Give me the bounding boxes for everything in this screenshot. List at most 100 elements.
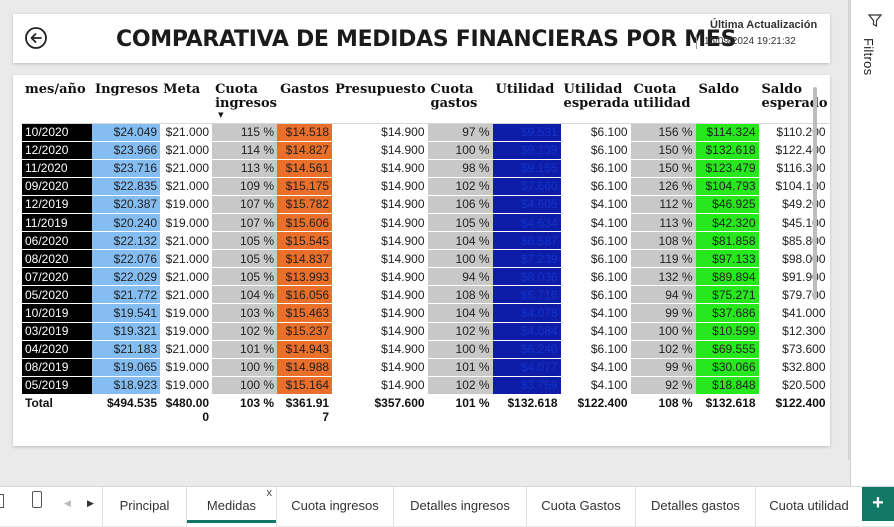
table-cell: $4.100 bbox=[560, 358, 631, 377]
table-cell: 104 % bbox=[427, 303, 493, 323]
table-row[interactable]: 12/2020 $23.966 $21.000 114 % $14.827 $14.900… bbox=[22, 141, 829, 160]
table-cell: $21.000 bbox=[160, 177, 213, 196]
column-header[interactable]: Cuota utilidad bbox=[631, 81, 696, 123]
table-cell: $14.561 bbox=[277, 159, 333, 178]
column-header[interactable]: Gastos bbox=[277, 81, 332, 123]
back-arrow-icon[interactable] bbox=[24, 26, 48, 50]
table-cell: 105 % bbox=[427, 213, 493, 233]
table-row[interactable]: 12/2019 $20.387 $19.000 107 % $15.782 $14.900… bbox=[22, 195, 829, 214]
table-cell: $13.993 bbox=[277, 267, 333, 287]
table-cell: $21.183 bbox=[92, 340, 161, 359]
column-header[interactable]: Meta bbox=[160, 81, 212, 123]
measures-table-card: mes/año Ingresos Meta Cuota ingresos ▼ Gastos… bbox=[13, 75, 830, 446]
tab-label: Cuota utilidad bbox=[769, 498, 849, 513]
table-row[interactable]: 04/2020 $21.183 $21.000 101 % $14.943 $14.900… bbox=[22, 340, 829, 359]
table-row[interactable]: 10/2019 $19.541 $19.000 103 % $15.463 $14.900… bbox=[22, 303, 829, 323]
table-cell: 102 % bbox=[427, 177, 493, 196]
table-cell: $6.100 bbox=[560, 159, 631, 178]
table-cell: $6.100 bbox=[560, 249, 631, 269]
table-cell: $32.800 bbox=[758, 358, 829, 377]
filter-icon[interactable] bbox=[868, 14, 882, 28]
table-row[interactable]: 08/2020 $22.076 $21.000 105 % $14.837 $14.900… bbox=[22, 249, 829, 269]
total-cell: $132.618 bbox=[695, 394, 759, 429]
table-cell: 100 % bbox=[212, 358, 278, 377]
column-header[interactable]: Presupuesto bbox=[332, 81, 427, 123]
page-tab-bar: ◀ ▶ Principal Medidas x Cuota ingresos Detal… bbox=[0, 486, 894, 527]
tab-label: Detalles gastos bbox=[651, 498, 740, 513]
table-cell: $4.078 bbox=[492, 303, 561, 323]
table-cell: 08/2019 bbox=[22, 358, 92, 377]
tab-cuota-utilidad[interactable]: Cuota utilidad bbox=[755, 487, 862, 527]
tab-cuota-ingresos[interactable]: Cuota ingresos bbox=[276, 487, 393, 527]
table-row[interactable]: 08/2019 $19.065 $19.000 100 % $14.988 $14.900… bbox=[22, 358, 829, 377]
table-row[interactable]: 07/2020 $22.029 $21.000 105 % $13.993 $14.900… bbox=[22, 267, 829, 287]
active-tab-indicator bbox=[187, 520, 276, 523]
table-row[interactable]: 03/2019 $19.321 $19.000 102 % $15.237 $14.900… bbox=[22, 322, 829, 341]
tab-medidas[interactable]: Medidas x bbox=[186, 487, 276, 527]
tab-prev-icon[interactable]: ◀ bbox=[64, 498, 71, 509]
column-header[interactable]: Cuota ingresos ▼ bbox=[212, 81, 277, 123]
table-cell: $6.100 bbox=[560, 141, 631, 160]
table-cell: $21.772 bbox=[92, 285, 161, 305]
table-row[interactable]: 11/2019 $20.240 $19.000 107 % $15.606 $14.900… bbox=[22, 213, 829, 233]
table-cell: $9.531 bbox=[492, 122, 561, 142]
table-cell: $16.056 bbox=[277, 285, 333, 305]
table-row[interactable]: 05/2019 $18.923 $19.000 100 % $15.164 $14.900… bbox=[22, 376, 829, 395]
tab-detalles-gastos[interactable]: Detalles gastos bbox=[635, 487, 755, 527]
filters-pane[interactable]: Filtros bbox=[850, 0, 894, 486]
table-cell: 05/2019 bbox=[22, 376, 92, 395]
table-cell: $81.858 bbox=[695, 231, 759, 251]
table-cell: 07/2020 bbox=[22, 267, 92, 287]
table-cell: $21.000 bbox=[160, 340, 213, 359]
table-cell: $14.900 bbox=[332, 159, 428, 178]
table-cell: $45.100 bbox=[758, 213, 829, 233]
column-header[interactable]: Utilidad esperada bbox=[561, 81, 631, 123]
tab-principal[interactable]: Principal bbox=[102, 487, 186, 527]
table-cell: $73.600 bbox=[758, 340, 829, 359]
table-row[interactable]: 06/2020 $22.132 $21.000 105 % $15.545 $14.900… bbox=[22, 231, 829, 251]
table-cell: $6.587 bbox=[492, 231, 561, 251]
total-cell: Total bbox=[22, 394, 92, 429]
total-cell: $132.618 bbox=[492, 394, 561, 429]
table-row[interactable]: 11/2020 $23.716 $21.000 113 % $14.561 $14.900… bbox=[22, 159, 829, 178]
column-header-label: Saldo bbox=[698, 82, 740, 97]
column-header[interactable]: Saldo esperado bbox=[759, 81, 829, 123]
tab-next-icon[interactable]: ▶ bbox=[87, 498, 94, 509]
mobile-layout-icon[interactable] bbox=[32, 491, 42, 508]
column-header[interactable]: Cuota gastos bbox=[428, 81, 493, 123]
table-cell: $22.132 bbox=[92, 231, 161, 251]
column-header[interactable]: mes/año bbox=[22, 81, 92, 123]
table-row[interactable]: 10/2020 $24.049 $21.000 115 % $14.518 $14.900… bbox=[22, 122, 829, 142]
total-cell: $361.917 bbox=[277, 394, 333, 429]
table-cell: $22.029 bbox=[92, 267, 161, 287]
table-cell: $98.000 bbox=[758, 249, 829, 269]
table-row[interactable]: 05/2020 $21.772 $21.000 104 % $16.056 $14.900… bbox=[22, 285, 829, 305]
table-cell: 126 % bbox=[630, 177, 696, 196]
table-cell: $97.133 bbox=[695, 249, 759, 269]
table-cell: 102 % bbox=[212, 322, 278, 341]
table-cell: 06/2020 bbox=[22, 231, 92, 251]
sort-descending-icon[interactable]: ▼ bbox=[215, 111, 275, 119]
tab-cuota-gastos[interactable]: Cuota Gastos bbox=[526, 487, 635, 527]
table-cell: 101 % bbox=[212, 340, 278, 359]
filters-pane-label[interactable]: Filtros bbox=[861, 38, 876, 76]
table-cell: $132.618 bbox=[695, 141, 759, 160]
table-cell: $91.900 bbox=[758, 267, 829, 287]
column-header[interactable]: Ingresos bbox=[92, 81, 160, 123]
close-tab-icon[interactable]: x bbox=[267, 474, 273, 512]
tab-detalles-ingresos[interactable]: Detalles ingresos bbox=[393, 487, 526, 527]
table-cell: 11/2019 bbox=[22, 213, 92, 233]
column-header[interactable]: Utilidad bbox=[493, 81, 561, 123]
total-cell: $357.600 bbox=[332, 394, 428, 429]
table-cell: 10/2020 bbox=[22, 122, 92, 142]
vertical-scrollbar[interactable] bbox=[813, 87, 817, 300]
table-cell: $6.100 bbox=[560, 231, 631, 251]
column-header[interactable]: Saldo bbox=[696, 81, 759, 123]
desktop-layout-icon[interactable] bbox=[0, 494, 4, 508]
table-cell: 100 % bbox=[630, 322, 696, 341]
table-row[interactable]: 09/2020 $22.835 $21.000 109 % $15.175 $14.900… bbox=[22, 177, 829, 196]
table-cell: $30.066 bbox=[695, 358, 759, 377]
table-cell: $14.900 bbox=[332, 267, 428, 287]
table-cell: 102 % bbox=[630, 340, 696, 359]
add-page-button[interactable]: + bbox=[862, 487, 894, 521]
